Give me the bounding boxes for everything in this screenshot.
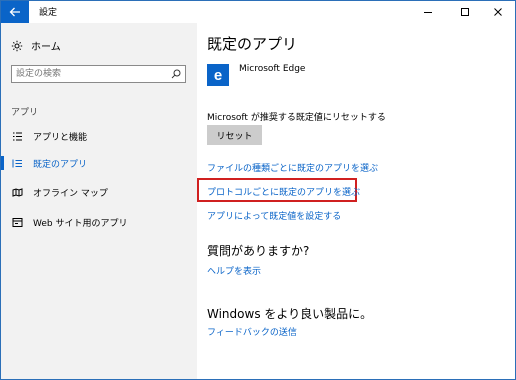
set-defaults-by-app-link[interactable]: アプリによって既定値を設定する — [207, 209, 341, 222]
choose-by-file-type-link[interactable]: ファイルの種類ごとに既定のアプリを選ぶ — [207, 161, 378, 174]
home-label: ホーム — [31, 42, 61, 53]
get-help-link[interactable]: ヘルプを表示 — [207, 264, 261, 277]
maximize-button[interactable] — [448, 1, 482, 23]
close-button[interactable] — [481, 1, 515, 23]
sidebar-item-label: Web サイト用のアプリ — [33, 218, 128, 229]
help-heading: 質問がありますか? — [207, 244, 310, 258]
list-icon — [11, 130, 23, 142]
edge-icon[interactable]: e — [207, 64, 229, 86]
minimize-button[interactable] — [411, 1, 445, 23]
web-apps-icon — [11, 216, 23, 228]
default-apps-icon — [11, 157, 23, 169]
reset-button[interactable]: リセット — [207, 125, 262, 145]
search-box[interactable] — [11, 65, 186, 83]
sidebar-item-default-apps[interactable]: 既定のアプリ — [1, 152, 197, 174]
sidebar: ホーム アプリ アプリと機能 既定のアプリ — [1, 23, 197, 379]
back-button[interactable] — [1, 1, 29, 23]
send-feedback-link[interactable]: フィードバックの送信 — [207, 325, 297, 338]
window-title: 設定 — [39, 8, 58, 18]
default-browser-name[interactable]: Microsoft Edge — [239, 64, 305, 74]
page-title: 既定のアプリ — [207, 35, 298, 53]
choose-by-protocol-link[interactable]: プロトコルごとに既定のアプリを選ぶ — [207, 185, 360, 198]
sidebar-item-web-apps[interactable]: Web サイト用のアプリ — [1, 211, 197, 233]
feedback-heading: Windows をより良い製品に。 — [207, 307, 373, 321]
map-icon — [11, 186, 23, 198]
section-label-apps: アプリ — [11, 108, 39, 118]
gear-icon — [11, 40, 23, 51]
sidebar-item-label: 既定のアプリ — [33, 159, 88, 170]
sidebar-item-label: オフライン マップ — [33, 188, 108, 199]
sidebar-item-offline-maps[interactable]: オフライン マップ — [1, 181, 197, 203]
search-input[interactable] — [16, 67, 166, 81]
active-indicator — [1, 156, 4, 170]
sidebar-item-apps-features[interactable]: アプリと機能 — [1, 125, 197, 147]
settings-window: 設定 ホーム アプリ — [0, 0, 516, 380]
sidebar-item-label: アプリと機能 — [33, 132, 88, 143]
main-content: 既定のアプリ e Microsoft Edge Microsoft が推奨する既… — [197, 23, 515, 379]
search-icon — [171, 69, 181, 79]
home-nav-item[interactable]: ホーム — [11, 38, 61, 53]
reset-description: Microsoft が推奨する既定値にリセットする — [207, 113, 386, 123]
maximize-icon — [461, 8, 469, 16]
minimize-icon — [424, 12, 432, 13]
back-arrow-icon — [9, 7, 20, 17]
close-icon — [494, 8, 502, 16]
title-bar: 設定 — [1, 1, 515, 23]
